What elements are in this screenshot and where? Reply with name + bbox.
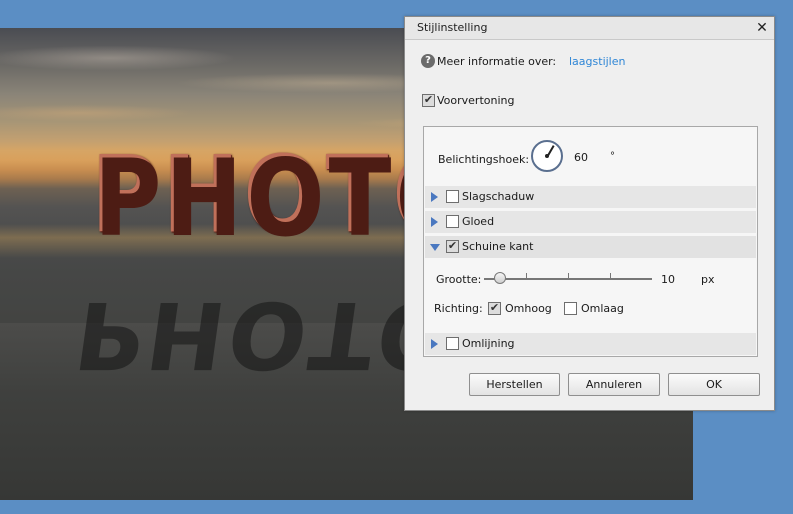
drop-shadow-checkbox[interactable] <box>446 190 459 203</box>
bevel-size-slider-track[interactable] <box>484 273 652 280</box>
bevel-size-value[interactable]: 10 <box>661 273 675 286</box>
bevel-checkbox[interactable] <box>446 240 459 253</box>
style-settings-dialog: Stijlinstelling ✕ ? Meer informatie over… <box>404 16 775 411</box>
bevel-size-label: Grootte: <box>436 273 482 286</box>
direction-label: Richting: <box>434 302 483 315</box>
stroke-checkbox[interactable] <box>446 337 459 350</box>
dialog-titlebar: Stijlinstelling ✕ <box>405 17 774 40</box>
more-info-label: Meer informatie over: <box>437 55 557 68</box>
dialog-title: Stijlinstelling <box>417 21 488 34</box>
slider-tick <box>568 273 569 278</box>
direction-down-label[interactable]: Omlaag <box>581 302 624 315</box>
lighting-angle-value[interactable]: 60 <box>574 151 588 164</box>
stroke-label: Omlijning <box>462 337 515 350</box>
layer-styles-link[interactable]: laagstijlen <box>569 55 625 68</box>
angle-hub <box>545 154 549 158</box>
direction-up-label[interactable]: Omhoog <box>505 302 552 315</box>
lighting-angle-dial[interactable] <box>531 140 563 172</box>
close-icon[interactable]: ✕ <box>754 20 770 36</box>
preview-label[interactable]: Voorvertoning <box>437 94 514 107</box>
section-glow[interactable]: Gloed <box>425 211 756 233</box>
expand-arrow-icon[interactable] <box>431 217 438 227</box>
bevel-label: Schuine kant <box>462 240 534 253</box>
ok-button[interactable]: OK <box>668 373 760 396</box>
help-icon[interactable]: ? <box>421 54 435 68</box>
section-drop-shadow[interactable]: Slagschaduw <box>425 186 756 208</box>
reset-button[interactable]: Herstellen <box>469 373 560 396</box>
expand-arrow-icon[interactable] <box>431 192 438 202</box>
glow-checkbox[interactable] <box>446 215 459 228</box>
lighting-angle-label: Belichtingshoek: <box>438 153 530 166</box>
direction-down-checkbox[interactable] <box>564 302 577 315</box>
glow-label: Gloed <box>462 215 495 228</box>
collapse-arrow-icon[interactable] <box>430 244 440 251</box>
cancel-button[interactable]: Annuleren <box>568 373 660 396</box>
drop-shadow-label: Slagschaduw <box>462 190 535 203</box>
expand-arrow-icon[interactable] <box>431 339 438 349</box>
slider-tick <box>610 273 611 278</box>
bevel-size-slider-thumb[interactable] <box>494 272 506 284</box>
bevel-size-unit: px <box>701 273 715 286</box>
slider-tick <box>526 273 527 278</box>
preview-checkbox[interactable] <box>422 94 435 107</box>
style-panel: Belichtingshoek: 60 ° Slagschaduw Gloed … <box>423 126 758 357</box>
section-bevel[interactable]: Schuine kant <box>425 236 756 258</box>
degree-unit: ° <box>610 151 615 162</box>
direction-up-checkbox[interactable] <box>488 302 501 315</box>
section-stroke[interactable]: Omlijning <box>425 333 756 355</box>
